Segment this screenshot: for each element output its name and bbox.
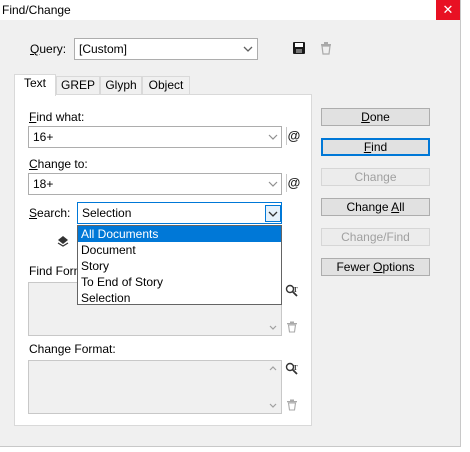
- query-select[interactable]: [Custom]: [74, 38, 258, 60]
- find-button[interactable]: Find: [321, 138, 430, 156]
- tab-glyph[interactable]: Glyph: [100, 76, 142, 94]
- at-sign-icon: @: [287, 175, 301, 190]
- tab-text[interactable]: Text: [14, 74, 56, 96]
- chevron-down-icon[interactable]: [265, 205, 281, 222]
- find-what-label: Find what:: [29, 110, 85, 124]
- scroll-down-icon[interactable]: [267, 323, 279, 333]
- chevron-down-icon[interactable]: [265, 129, 281, 145]
- change-format-label: Change Format:: [29, 342, 116, 356]
- change-to-label: Change to:: [29, 157, 88, 171]
- at-sign-icon: @: [287, 128, 301, 143]
- special-characters-change-button[interactable]: @: [286, 174, 301, 192]
- tab-object[interactable]: Object: [142, 76, 190, 94]
- svg-text:T: T: [293, 364, 298, 372]
- search-option-selection[interactable]: Selection: [78, 290, 281, 306]
- change-find-button[interactable]: Change/Find: [321, 228, 430, 246]
- scroll-down-icon[interactable]: [267, 401, 279, 411]
- find-format-label: Find Form: [29, 264, 84, 278]
- change-all-button[interactable]: Change All: [321, 198, 430, 216]
- close-button[interactable]: ✕: [436, 0, 460, 20]
- clear-find-format-icon[interactable]: [286, 321, 300, 335]
- chevron-down-icon: [240, 41, 256, 57]
- save-query-icon[interactable]: [292, 41, 306, 55]
- tab-label: Object: [148, 78, 184, 92]
- search-select[interactable]: Selection: [77, 202, 282, 224]
- specify-change-format-icon[interactable]: T: [285, 362, 299, 376]
- query-value: [Custom]: [79, 42, 128, 56]
- option-label: Story: [81, 259, 110, 273]
- clear-change-format-icon[interactable]: [286, 399, 300, 413]
- search-label: Search:: [29, 206, 71, 220]
- scroll-up-icon[interactable]: [267, 363, 279, 373]
- tab-grep[interactable]: GREP: [56, 76, 100, 94]
- change-button[interactable]: Change: [321, 168, 430, 186]
- include-locked-layers-icon[interactable]: [56, 234, 70, 248]
- find-change-dialog: Find/Change ✕ Query: [Custom] Text GREP …: [0, 0, 461, 447]
- done-button[interactable]: Done: [321, 108, 430, 126]
- window-title: Find/Change: [2, 3, 71, 17]
- delete-query-icon[interactable]: [319, 41, 333, 55]
- option-label: To End of Story: [81, 275, 164, 289]
- search-option-document[interactable]: Document: [78, 242, 281, 258]
- specify-find-format-icon[interactable]: T: [285, 284, 299, 298]
- change-format-box[interactable]: [28, 360, 282, 414]
- tab-label: Text: [23, 76, 46, 90]
- find-what-value: 16+: [33, 130, 54, 144]
- tab-label: GREP: [60, 78, 95, 92]
- option-label: Document: [81, 243, 136, 257]
- chevron-down-icon[interactable]: [265, 176, 281, 192]
- find-what-input[interactable]: 16+: [28, 126, 282, 148]
- search-option-story[interactable]: Story: [78, 258, 281, 274]
- change-to-value: 18+: [33, 177, 54, 191]
- special-characters-find-button[interactable]: @: [286, 127, 301, 145]
- close-icon: ✕: [442, 2, 454, 17]
- svg-text:T: T: [293, 286, 298, 294]
- search-option-to-end-of-story[interactable]: To End of Story: [78, 274, 281, 290]
- search-value: Selection: [82, 206, 132, 220]
- title-bar[interactable]: Find/Change ✕: [0, 0, 460, 20]
- option-label: Selection: [81, 291, 131, 305]
- option-label: All Documents: [81, 227, 159, 241]
- search-option-all-documents[interactable]: All Documents: [78, 226, 281, 242]
- search-dropdown-list: All Documents Document Story To End of S…: [77, 225, 282, 305]
- tab-label: Glyph: [105, 78, 137, 92]
- query-label: Query:: [30, 42, 67, 56]
- fewer-options-button[interactable]: Fewer Options: [321, 258, 430, 276]
- change-to-input[interactable]: 18+: [28, 173, 282, 195]
